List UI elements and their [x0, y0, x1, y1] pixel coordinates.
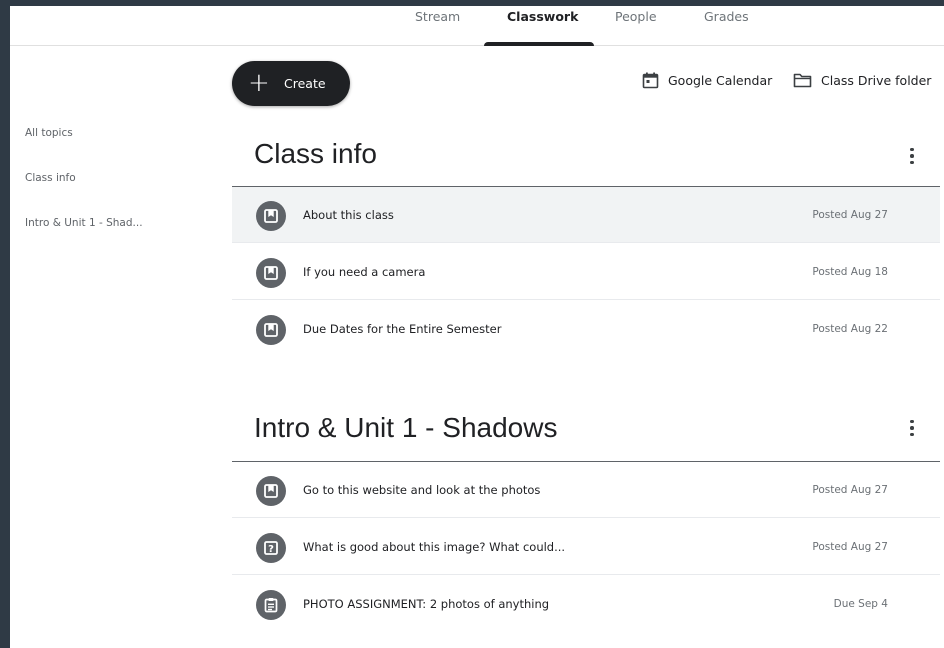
topic-more-options-icon[interactable] [902, 144, 922, 168]
material-icon [256, 315, 286, 345]
tab-stream[interactable]: Stream [415, 9, 460, 43]
google-calendar-label: Google Calendar [668, 73, 773, 88]
classwork-item[interactable]: ? What is good about this image? What co… [232, 519, 940, 575]
item-posted-date: Posted Aug 18 [812, 266, 888, 278]
item-posted-date: Posted Aug 27 [812, 209, 888, 221]
item-title: Due Dates for the Entire Semester [303, 322, 502, 336]
item-posted-date: Posted Aug 27 [812, 484, 888, 496]
svg-text:?: ? [268, 544, 274, 555]
google-calendar-link[interactable]: Google Calendar [642, 72, 772, 89]
create-button-label: Create [284, 76, 326, 91]
classwork-item[interactable]: About this class Posted Aug 27 [232, 187, 940, 243]
item-posted-date: Posted Aug 22 [812, 323, 888, 335]
plus-icon: + [248, 68, 270, 98]
item-due-date: Due Sep 4 [833, 598, 888, 610]
tab-classwork[interactable]: Classwork [507, 9, 578, 43]
material-icon [256, 201, 286, 231]
topic-title-intro-unit-1: Intro & Unit 1 - Shadows [254, 412, 558, 443]
item-title: Go to this website and look at the photo… [303, 483, 541, 497]
item-title: PHOTO ASSIGNMENT: 2 photos of anything [303, 597, 550, 611]
topic-more-options-icon[interactable] [902, 416, 922, 440]
classwork-item[interactable]: Go to this website and look at the photo… [232, 462, 940, 518]
material-icon [256, 258, 286, 288]
top-nav: Stream Classwork People Grades [10, 6, 944, 46]
item-title: What is good about this image? What coul… [303, 540, 566, 554]
item-posted-date: Posted Aug 27 [812, 541, 888, 553]
classwork-item[interactable]: If you need a camera Posted Aug 18 [232, 244, 940, 300]
active-tab-indicator [484, 42, 594, 46]
topic-title-class-info: Class info [254, 138, 377, 169]
class-drive-folder-link[interactable]: Class Drive folder [793, 72, 931, 88]
sidebar-item-all-topics[interactable]: All topics [25, 127, 73, 139]
create-button[interactable]: + Create [232, 61, 350, 106]
sidebar-item-class-info[interactable]: Class info [25, 172, 76, 184]
tab-grades[interactable]: Grades [704, 9, 749, 43]
question-icon: ? [256, 533, 286, 563]
item-title: About this class [303, 208, 394, 222]
item-title: If you need a camera [303, 265, 426, 279]
material-icon [256, 476, 286, 506]
calendar-icon [642, 72, 659, 89]
classroom-page: Stream Classwork People Grades All topic… [10, 6, 944, 648]
classwork-item[interactable]: PHOTO ASSIGNMENT: 2 photos of anything D… [232, 576, 940, 632]
assignment-icon [256, 590, 286, 620]
sidebar-item-intro-unit-1[interactable]: Intro & Unit 1 - Shad... [25, 217, 143, 229]
class-drive-folder-label: Class Drive folder [821, 72, 932, 88]
tab-people[interactable]: People [615, 9, 657, 43]
folder-icon [793, 73, 812, 88]
classwork-item[interactable]: Due Dates for the Entire Semester Posted… [232, 301, 940, 357]
